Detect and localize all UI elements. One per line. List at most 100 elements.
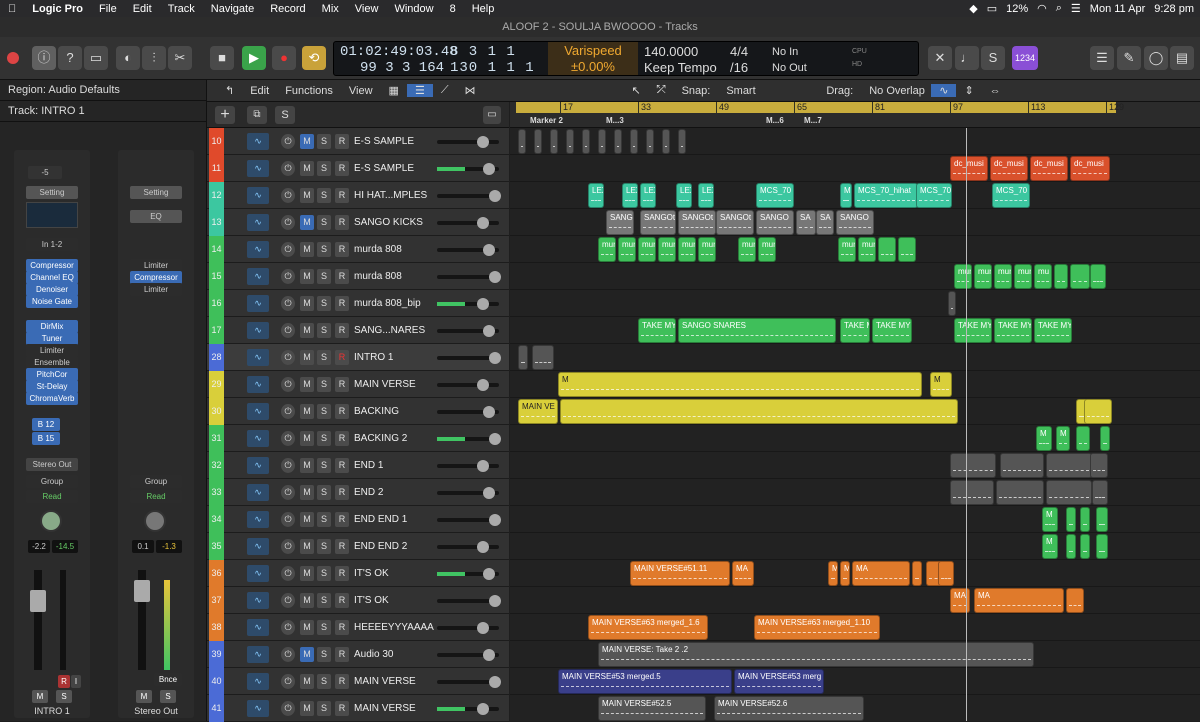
audio-region[interactable]: dc_musi — [950, 156, 988, 181]
tempo-display[interactable]: 140.0000 Keep Tempo — [644, 44, 717, 76]
track-power-icon[interactable]: ⏻ — [281, 593, 295, 608]
track-solo-button[interactable]: S — [317, 539, 331, 554]
track-volume-slider[interactable] — [437, 406, 499, 418]
track-icon[interactable]: ∿ — [247, 268, 269, 285]
track-mute-button[interactable]: M — [300, 350, 314, 365]
track-solo-button[interactable]: S — [317, 701, 331, 716]
track-lane[interactable] — [510, 479, 1200, 506]
track-solo-button[interactable]: S — [317, 620, 331, 635]
track-volume-cap[interactable] — [483, 325, 495, 337]
track-header[interactable]: 40 ∿ ⏻ M S R MAIN VERSE — [207, 668, 509, 695]
track-mute-button[interactable]: M — [300, 242, 314, 257]
track-volume-slider[interactable] — [437, 163, 499, 175]
track-icon[interactable]: ∿ — [247, 376, 269, 393]
audio-region[interactable] — [532, 345, 554, 370]
track-mute-button[interactable]: M — [300, 701, 314, 716]
menu-track[interactable]: Track — [160, 3, 203, 15]
audio-region[interactable]: MA — [732, 561, 754, 586]
audio-region[interactable]: mur — [698, 237, 716, 262]
audio-region[interactable]: MAIN VERSE#52.6 — [714, 696, 864, 721]
audio-region[interactable]: MAIN VERSE#53 merg — [734, 669, 824, 694]
audio-region[interactable] — [1046, 480, 1092, 505]
audio-region[interactable] — [630, 129, 638, 154]
track-name[interactable]: BACKING 2 — [354, 425, 436, 452]
track-volume-slider[interactable] — [437, 352, 501, 364]
app-menu[interactable]: Logic Pro — [24, 3, 91, 15]
track-solo-button[interactable]: S — [317, 647, 331, 662]
solo-button[interactable]: S — [160, 690, 176, 703]
input-select[interactable]: In 1-2 — [26, 238, 78, 251]
track-power-icon[interactable]: ⏻ — [281, 296, 295, 311]
track-power-icon[interactable]: ⏻ — [281, 161, 295, 176]
track-icon[interactable]: ∿ — [247, 673, 269, 690]
automation-mode[interactable]: Read — [26, 490, 78, 503]
track-lane[interactable]: MM — [510, 371, 1200, 398]
pointer-tool-icon[interactable]: ↖ — [624, 84, 649, 97]
track-volume-slider[interactable] — [437, 136, 499, 148]
track-record-button[interactable]: R — [335, 350, 349, 365]
track-mute-button[interactable]: M — [300, 539, 314, 554]
track-solo-button[interactable]: S — [317, 431, 331, 446]
ruler-bar-129[interactable]: 129 — [1106, 102, 1124, 113]
track-solo-button[interactable]: S — [317, 323, 331, 338]
loops-icon[interactable]: ◯ — [1144, 46, 1168, 70]
track-solo-button[interactable]: S — [317, 188, 331, 203]
ruler-bar-65[interactable]: 65 — [794, 102, 807, 113]
track-volume-cap[interactable] — [483, 244, 495, 256]
audio-region[interactable]: LEX — [588, 183, 604, 208]
track-icon[interactable]: ∿ — [247, 511, 269, 528]
lcd-display[interactable]: 01:02:49:03.48 99 3 3 164 8 3 1 1 130 1 … — [333, 41, 919, 76]
audio-region[interactable] — [878, 237, 896, 262]
audio-region[interactable]: MCS_70 — [992, 183, 1030, 208]
audio-region[interactable] — [1084, 399, 1112, 424]
audio-region[interactable]: MA — [950, 588, 970, 613]
track-header[interactable]: 30 ∿ ⏻ M S R BACKING — [207, 398, 509, 425]
track-name[interactable]: murda 808_bip — [354, 290, 436, 317]
track-record-button[interactable]: R — [335, 323, 349, 338]
track-name[interactable]: MAIN VERSE — [354, 371, 436, 398]
view-menu[interactable]: View — [341, 85, 381, 97]
record-enable-button[interactable]: R — [58, 675, 70, 688]
varispeed-display[interactable]: Varispeed ±0.00% — [548, 42, 638, 75]
track-volume-cap[interactable] — [489, 271, 501, 283]
track-name[interactable]: END 2 — [354, 479, 436, 506]
editors-icon[interactable]: ✂ — [168, 46, 192, 70]
setting-button[interactable]: Setting — [130, 186, 182, 199]
volume-fader-cap[interactable] — [30, 590, 46, 612]
track-record-button[interactable]: R — [335, 404, 349, 419]
track-volume-slider[interactable] — [437, 379, 499, 391]
track-name[interactable]: HI HAT...MPLES — [354, 182, 436, 209]
track-name[interactable]: END END 1 — [354, 506, 436, 533]
track-header[interactable]: 11 ∿ ⏻ M S R E-S SAMPLE — [207, 155, 509, 182]
track-icon[interactable]: ∿ — [247, 214, 269, 231]
track-name[interactable]: MAIN VERSE — [354, 668, 436, 695]
audio-region[interactable] — [1090, 264, 1106, 289]
audio-region[interactable]: LEX — [622, 183, 638, 208]
track-volume-slider[interactable] — [437, 622, 499, 634]
menubar-time[interactable]: 9:28 pm — [1154, 3, 1194, 15]
audio-region[interactable] — [912, 561, 922, 586]
audio-region[interactable] — [1080, 507, 1090, 532]
audio-region[interactable] — [582, 129, 590, 154]
menu-file[interactable]: File — [91, 3, 125, 15]
audio-region[interactable]: MA — [852, 561, 910, 586]
track-header[interactable]: 17 ∿ ⏻ M S R SANG...NARES — [207, 317, 509, 344]
vertical-zoom-icon[interactable]: ⇕ — [956, 84, 981, 97]
track-icon[interactable]: ∿ — [247, 241, 269, 258]
audio-region[interactable]: mur — [758, 237, 776, 262]
audio-region[interactable] — [598, 129, 606, 154]
track-name[interactable]: murda 808 — [354, 236, 436, 263]
audio-region[interactable]: MCS_70 — [756, 183, 794, 208]
audio-region[interactable]: MAIN VERSE#63 merged_1.6 — [588, 615, 708, 640]
bounce-button[interactable]: Bnce — [154, 673, 182, 686]
audio-region[interactable]: M — [1042, 507, 1058, 532]
track-mute-button[interactable]: M — [300, 323, 314, 338]
track-record-button[interactable]: R — [335, 593, 349, 608]
track-solo-button[interactable]: S — [317, 566, 331, 581]
track-mute-button[interactable]: M — [300, 188, 314, 203]
track-header[interactable]: 37 ∿ ⏻ M S R IT'S OK — [207, 587, 509, 614]
audio-region[interactable]: mur — [678, 237, 696, 262]
track-mute-button[interactable]: M — [300, 512, 314, 527]
track-volume-slider[interactable] — [437, 217, 499, 229]
track-power-icon[interactable]: ⏻ — [281, 512, 295, 527]
